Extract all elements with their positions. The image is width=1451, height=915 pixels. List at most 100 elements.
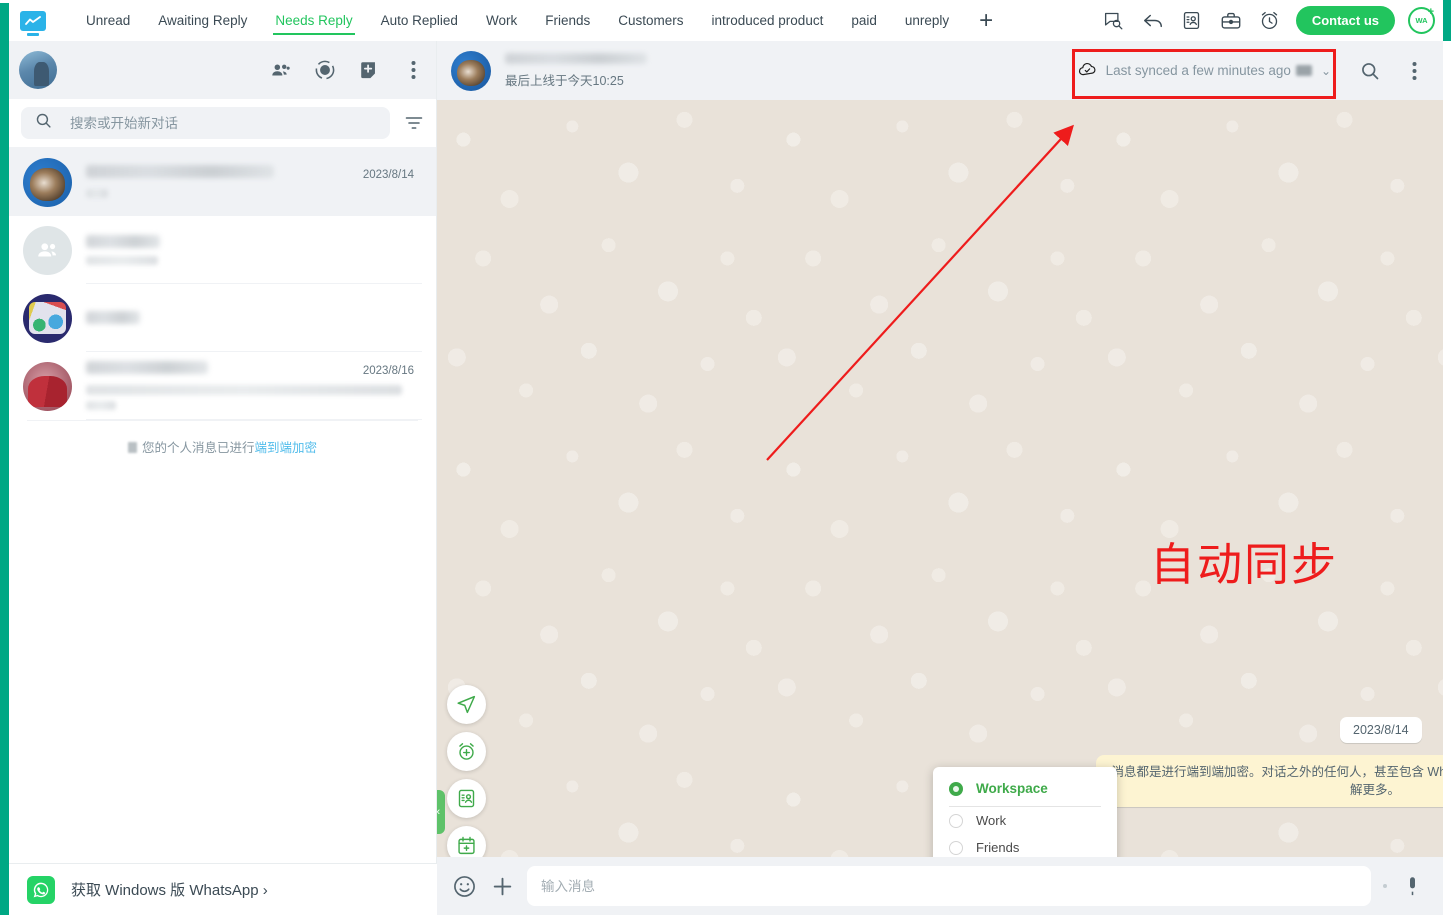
tab-label: Awaiting Reply (158, 13, 247, 28)
app-logo[interactable] (18, 8, 48, 34)
message-area[interactable]: 自动同步 2023/8/14 消息都是进行端到端加密。对话之外的任何人，甚至包含… (437, 100, 1443, 857)
menu-dots-icon[interactable] (402, 59, 424, 81)
schedule-calendar-icon[interactable] (447, 826, 486, 857)
emoji-icon[interactable] (451, 873, 477, 899)
toolbox-icon[interactable] (1218, 8, 1244, 34)
tab-label: introduced product (712, 13, 824, 28)
search-box[interactable] (21, 107, 390, 139)
filter-icon[interactable] (404, 113, 424, 133)
encryption-notice-text: 您的个人消息已进行 (142, 441, 255, 455)
plus-icon[interactable] (489, 873, 515, 899)
sidebar-header (9, 41, 436, 99)
workspace-item-friends[interactable]: Friends (933, 834, 1117, 857)
add-whatsapp-account-icon[interactable]: WA (1408, 7, 1435, 34)
chat-avatar (23, 294, 72, 343)
left-accent-rail (0, 0, 9, 915)
tab-awaiting-reply[interactable]: Awaiting Reply (144, 0, 261, 41)
tab-label: Unread (86, 13, 130, 28)
contact-card-icon[interactable] (1179, 8, 1205, 34)
chat-item-body: 2023/8/16 (86, 352, 422, 420)
tab-friends[interactable]: Friends (531, 0, 604, 41)
chat-avatar (23, 362, 72, 411)
workspace-title: Workspace (976, 781, 1048, 796)
chat-item-body: 2023/8/14 (86, 148, 422, 216)
sidebar-encryption-notice: 您的个人消息已进行端到端加密 (27, 420, 418, 456)
add-tab-button[interactable]: + (963, 0, 1009, 41)
tab-introduced-product[interactable]: introduced product (698, 0, 838, 41)
contact-us-button[interactable]: Contact us (1296, 6, 1395, 35)
chat-time: 2023/8/14 (363, 169, 414, 181)
search-input[interactable] (70, 116, 376, 131)
tab-label: Customers (618, 13, 683, 28)
search-row (9, 99, 436, 148)
message-input[interactable] (527, 866, 1371, 906)
radio-unselected-icon (949, 841, 963, 855)
encryption-system-message: 消息都是进行端到端加密。对话之外的任何人，甚至包含 WhatsApp 都无法读取… (1096, 755, 1443, 807)
sync-status-button[interactable]: Last synced a few minutes ago ⌄ (1072, 56, 1337, 86)
tab-work[interactable]: Work (472, 0, 531, 41)
reply-arrow-icon[interactable] (1140, 8, 1166, 34)
chat-list-item[interactable] (9, 216, 436, 284)
contact-avatar[interactable] (451, 51, 491, 91)
tab-strip: Unread Awaiting Reply Needs Reply Auto R… (72, 0, 1009, 41)
download-whatsapp-banner[interactable]: 获取 Windows 版 WhatsApp › (9, 863, 437, 915)
chat-list-item[interactable] (9, 284, 436, 352)
sidebar-header-actions (270, 59, 424, 81)
microphone-icon[interactable] (1399, 873, 1425, 899)
chat-item-body (86, 284, 422, 352)
tab-customers[interactable]: Customers (604, 0, 697, 41)
tab-label: Friends (545, 13, 590, 28)
chat-name-redacted (86, 235, 160, 248)
workspace-tab-menu[interactable]: Workspace Work Friends Customers in (933, 767, 1117, 857)
tab-label: Auto Replied (381, 13, 458, 28)
alarm-clock-icon[interactable] (1257, 8, 1283, 34)
contact-info: 最后上线于今天10:25 (505, 53, 647, 89)
message-input-bar (437, 857, 1443, 915)
tab-unread[interactable]: Unread (72, 0, 144, 41)
conversation-header-actions: Last synced a few minutes ago ⌄ (1072, 56, 1425, 86)
tab-auto-replied[interactable]: Auto Replied (367, 0, 472, 41)
date-divider: 2023/8/14 (1340, 717, 1422, 743)
typing-indicator-dot (1383, 884, 1387, 888)
send-later-icon[interactable] (447, 685, 486, 724)
user-avatar[interactable] (19, 51, 57, 89)
new-chat-icon[interactable] (358, 59, 380, 81)
workspace-item-work[interactable]: Work (933, 807, 1117, 834)
add-tab-label: + (979, 7, 993, 35)
chat-list-item[interactable]: 2023/8/16 (9, 352, 436, 420)
menu-dots-icon[interactable] (1403, 60, 1425, 82)
workspace-title-row[interactable]: Workspace (933, 767, 1117, 806)
tab-unreply[interactable]: unreply (891, 0, 963, 41)
radio-selected-icon (949, 782, 963, 796)
cloud-check-icon (1078, 60, 1097, 82)
encryption-notice-link[interactable]: 端到端加密 (255, 441, 318, 455)
collapse-arrows-icon[interactable]: ‹‹ (437, 790, 445, 834)
status-ring-icon[interactable] (314, 59, 336, 81)
download-banner-text: 获取 Windows 版 WhatsApp (71, 882, 259, 899)
topbar-actions: Contact us WA (1101, 0, 1435, 41)
contact-name-redacted (505, 53, 647, 64)
tab-paid[interactable]: paid (837, 0, 891, 41)
search-icon[interactable] (1359, 60, 1381, 82)
chat-avatar (23, 158, 72, 207)
chat-time: 2023/8/16 (363, 365, 414, 377)
chevron-right-icon: › (263, 882, 268, 899)
chat-list[interactable]: 2023/8/14 (9, 148, 436, 748)
message-search-icon[interactable] (1101, 8, 1127, 34)
conversation-panel: 最后上线于今天10:25 Last synced a few minutes a… (437, 41, 1443, 915)
chat-preview-redacted (86, 385, 402, 395)
tab-label: unreply (905, 13, 949, 28)
search-icon (35, 112, 52, 134)
community-icon[interactable] (270, 59, 292, 81)
quick-action-buttons (447, 685, 486, 857)
top-tab-bar: Unread Awaiting Reply Needs Reply Auto R… (0, 0, 1451, 41)
chat-name-redacted (86, 165, 274, 178)
chat-list-item[interactable]: 2023/8/14 (9, 148, 436, 216)
tab-label: paid (851, 13, 877, 28)
topbar-rail-right (1443, 0, 1451, 41)
tab-needs-reply[interactable]: Needs Reply (261, 0, 366, 41)
reminder-alarm-icon[interactable] (447, 732, 486, 771)
contact-card-icon[interactable] (447, 779, 486, 818)
chat-name-redacted (86, 361, 208, 374)
group-avatar-icon (23, 226, 72, 275)
